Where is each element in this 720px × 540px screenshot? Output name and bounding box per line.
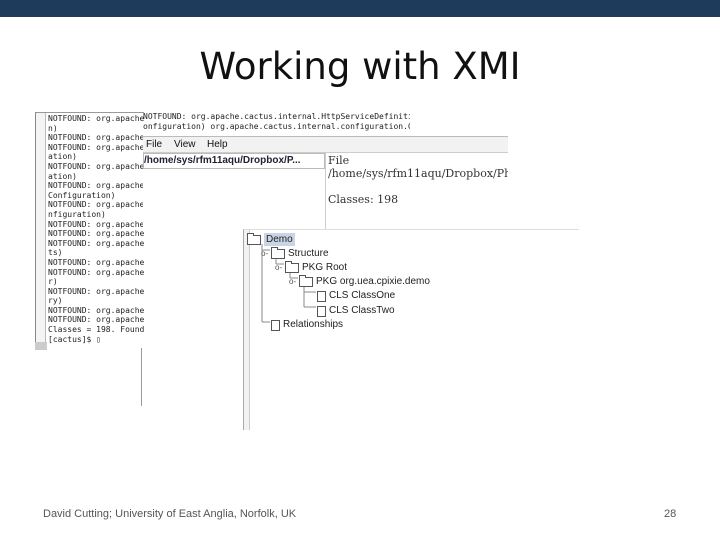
slide-title: Working with XMI xyxy=(199,45,521,88)
tree-node[interactable]: Relationships xyxy=(271,318,343,331)
tree-node[interactable]: CLS ClassTwo xyxy=(317,304,395,317)
folder-icon xyxy=(271,247,285,259)
details-label-file: File xyxy=(328,154,350,167)
terminal-line: NOTFOUND: org.apache.cactus.internal.Htt… xyxy=(143,112,410,121)
terminal-line: NOTFOUND: org.apache. xyxy=(48,286,144,296)
tree-window: Demo o- Structure o- PKG Root o- PKG org.uea.c… xyxy=(243,229,579,430)
file-window: File View Help /home/sys/rfm11aqu/Dropbo… xyxy=(143,136,508,230)
terminal-window[interactable]: NOTFOUND: org.apache. n) NOTFOUND: org.apa… xyxy=(35,112,144,349)
expander-icon[interactable]: o- xyxy=(275,261,283,274)
doc-icon xyxy=(317,306,326,317)
tree-node[interactable]: CLS ClassOne xyxy=(317,289,395,302)
tree-node[interactable]: o- PKG org.uea.cpixie.demo xyxy=(289,275,430,288)
terminal-line: ation) xyxy=(48,171,77,181)
menu-item-file[interactable]: File xyxy=(146,138,162,151)
terminal-line: ts) xyxy=(48,248,63,258)
terminal-gutter xyxy=(36,113,46,349)
menu-item-help[interactable]: Help xyxy=(207,138,228,151)
details-file-path: /home/sys/rfm11aqu/Dropbox/PhD xyxy=(328,167,508,180)
terminal-line: NOTFOUND: org.apache. xyxy=(48,229,144,239)
terminal-line: r) xyxy=(48,277,58,287)
terminal-line: NOTFOUND: org.apache. xyxy=(48,161,144,171)
terminal-output-top: NOTFOUND: org.apache.cactus.internal.Htt… xyxy=(143,112,410,136)
folder-icon xyxy=(247,233,261,245)
tree-node-label: CLS ClassOne xyxy=(329,290,396,301)
terminal-line: n) xyxy=(48,123,58,133)
terminal-line: NOTFOUND: org.apache. xyxy=(48,315,144,325)
terminal-line: onfiguration) org.apache.cactus.internal… xyxy=(143,121,410,131)
terminal-line: nfiguration) xyxy=(48,209,106,219)
tree-node-label: Relationships xyxy=(283,319,344,330)
terminal-line: Configuration) xyxy=(48,190,116,200)
tree-node-label: Demo xyxy=(264,233,295,246)
expander-icon[interactable]: o- xyxy=(261,247,269,260)
terminal-line: [cactus]$ ▯ xyxy=(48,334,101,344)
details-class-count: Classes: 198 xyxy=(328,193,399,206)
details-pane: File /home/sys/rfm11aqu/Dropbox/PhD Clas… xyxy=(325,153,508,230)
page-number: 28 xyxy=(664,508,677,520)
terminal-line: NOTFOUND: org.apache. xyxy=(48,181,144,191)
slide-footer: David Cutting; University of East Anglia… xyxy=(43,508,297,520)
terminal-line: NOTFOUND: org.apache. xyxy=(48,142,144,152)
folder-icon xyxy=(285,261,299,273)
tree-node-label: Structure xyxy=(288,248,329,259)
tree-node-label: PKG org.uea.cpixie.demo xyxy=(316,276,430,287)
terminal-line: NOTFOUND: org.apache. xyxy=(48,267,144,277)
doc-icon xyxy=(317,291,326,302)
tree-node-label: CLS ClassTwo xyxy=(329,305,395,316)
terminal-line: NOTFOUND: org.apache. xyxy=(48,238,144,248)
terminal-line: NOTFOUND: org.apache. xyxy=(48,200,144,210)
terminal-line: NOTFOUND: org.apache. xyxy=(48,305,144,315)
folder-icon xyxy=(299,275,313,287)
tree-node[interactable]: Demo xyxy=(247,233,295,246)
terminal-output: NOTFOUND: org.apache. n) NOTFOUND: org.apa… xyxy=(48,114,144,348)
path-field[interactable]: /home/sys/rfm11aqu/Dropbox/P... xyxy=(143,153,325,169)
terminal-line: ry) xyxy=(48,296,63,306)
terminal-line: Classes = 198. Found xyxy=(48,325,144,335)
terminal-line: NOTFOUND: org.apache. xyxy=(48,257,144,267)
terminal-border xyxy=(141,348,142,406)
doc-icon xyxy=(271,320,280,331)
tree-node[interactable]: o- Structure xyxy=(261,247,329,260)
terminal-line: NOTFOUND: org.apache. xyxy=(48,133,144,143)
slide-top-bar xyxy=(0,0,720,17)
terminal-line: ation) xyxy=(48,152,77,162)
tree-node-label: PKG Root xyxy=(302,262,348,273)
menu-bar: File View Help xyxy=(143,137,508,153)
expander-icon[interactable]: o- xyxy=(289,275,297,288)
terminal-scroll-corner[interactable] xyxy=(35,342,47,350)
terminal-line: NOTFOUND: org.apache. xyxy=(48,219,144,229)
menu-item-view[interactable]: View xyxy=(174,138,196,151)
tree-node[interactable]: o- PKG Root xyxy=(275,261,347,274)
terminal-line: NOTFOUND: org.apache. xyxy=(48,114,144,123)
tree-gutter xyxy=(244,230,250,430)
